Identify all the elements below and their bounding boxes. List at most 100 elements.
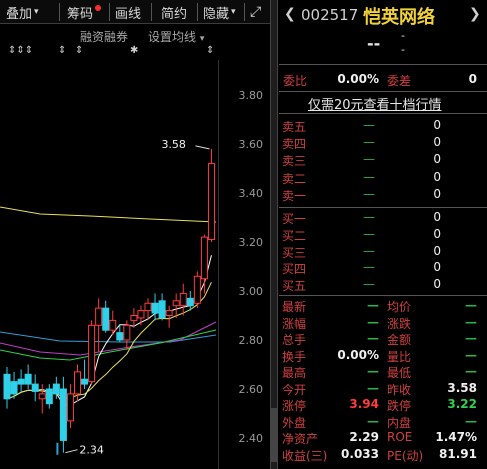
expand-glyph: ⤢ — [250, 4, 262, 20]
event-marker[interactable]: ⇕⇕⇕ — [8, 45, 33, 56]
candle-body[interactable] — [45, 388, 53, 405]
y-tick: 2.60 — [238, 383, 264, 396]
candle-body[interactable] — [38, 393, 46, 400]
overlay-label: 叠加 — [6, 6, 33, 22]
candle-body[interactable] — [207, 163, 215, 241]
last-price: -- — [367, 34, 381, 53]
candle-body[interactable] — [158, 300, 166, 319]
candle-body[interactable] — [144, 302, 152, 312]
level-quantity: 0 — [433, 260, 441, 275]
stat-label: 昨收 — [387, 382, 412, 397]
stat-value: — — [367, 380, 379, 395]
stat-value: 0.00% — [337, 347, 379, 362]
event-marker[interactable]: ⇕ — [75, 45, 83, 56]
price-change-pct: - — [401, 43, 405, 56]
candle-body[interactable] — [137, 310, 145, 319]
panel-splitter[interactable] — [270, 0, 278, 469]
stat-value: 81.91 — [439, 446, 477, 461]
ask-level-row[interactable]: 卖五 — 0 — [279, 118, 487, 134]
candle-body[interactable] — [179, 292, 187, 307]
candle-body[interactable] — [52, 383, 60, 395]
candle-body[interactable] — [17, 378, 25, 385]
candle-body[interactable] — [31, 383, 39, 392]
candle-body[interactable] — [81, 378, 89, 385]
stat-label: 涨跌 — [387, 316, 412, 331]
hide-button[interactable]: 隐藏 ▾ — [203, 0, 236, 24]
ask-level-row[interactable]: 卖三 — 0 — [279, 152, 487, 168]
brief-button[interactable]: 简约 — [161, 0, 187, 24]
level-price: — — [363, 135, 375, 150]
next-stock-button[interactable]: ❯ — [469, 6, 481, 22]
stat-label: ROE — [387, 430, 413, 444]
candle-body[interactable] — [116, 332, 124, 341]
overlay-menu[interactable]: 叠加 ▾ — [6, 0, 39, 24]
y-tick: 2.40 — [238, 432, 264, 445]
stat-value: — — [367, 314, 379, 329]
ma-settings-label: 设置均线 — [148, 30, 197, 44]
candle-body[interactable] — [165, 310, 173, 317]
price-axis: 3.80 3.60 3.40 3.20 3.00 2.80 2.60 2.40 — [219, 60, 269, 469]
candle-body[interactable] — [186, 297, 194, 307]
prev-stock-button[interactable]: ❮ — [284, 6, 296, 22]
candle-body[interactable] — [123, 324, 131, 341]
splitter-thumb[interactable] — [271, 408, 277, 462]
candle-body[interactable] — [3, 373, 11, 400]
ratio-value: 0.00% — [337, 72, 379, 86]
candle-body[interactable] — [109, 319, 117, 331]
ask-level-row[interactable]: 卖一 — 0 — [279, 187, 487, 203]
stat-row: 总手 — 金额 — — [279, 331, 487, 347]
y-tick: 3.40 — [238, 187, 264, 200]
candle-body[interactable] — [130, 315, 138, 321]
level10-promo-link[interactable]: 仅需20元查看十档行情 — [308, 94, 442, 113]
level-price: — — [363, 226, 375, 241]
level-label: 卖三 — [282, 154, 307, 169]
candle-body[interactable] — [200, 236, 208, 280]
stat-label: 换手 — [282, 349, 307, 364]
stat-value: — — [465, 413, 477, 428]
candle-body[interactable] — [66, 393, 74, 422]
order-ratio-row: 委比 0.00% 委差 0 — [279, 72, 487, 88]
candle-body[interactable] — [193, 275, 201, 304]
candle-body[interactable] — [24, 373, 32, 385]
level-price: — — [363, 260, 375, 275]
candle-body[interactable] — [88, 324, 96, 383]
draw-line-button[interactable]: 画线 — [115, 0, 141, 24]
event-marker[interactable]: ⇕ — [58, 45, 66, 56]
candle-body[interactable] — [59, 388, 67, 441]
bid-level-row[interactable]: 买四 — 0 — [279, 260, 487, 276]
candle-body[interactable] — [74, 371, 81, 395]
ma-settings-button[interactable]: 设置均线 ▾ — [148, 28, 204, 45]
stat-label: 涨幅 — [282, 316, 307, 331]
chips-button[interactable]: 筹码 — [67, 0, 102, 24]
kline-chart[interactable]: 3.58 2.34 — [0, 60, 218, 469]
candle-body[interactable] — [172, 300, 180, 307]
price-change: - — [401, 29, 405, 42]
level-label: 卖四 — [282, 137, 307, 152]
ask-level-row[interactable]: 卖二 — 0 — [279, 170, 487, 186]
expand-icon[interactable]: ⤢ — [250, 0, 261, 24]
level-price: — — [363, 277, 375, 292]
bid-level-row[interactable]: 买五 — 0 — [279, 277, 487, 293]
event-marker[interactable]: ⇕ — [206, 45, 214, 56]
level-label: 买五 — [282, 279, 307, 294]
candle-body[interactable] — [95, 307, 103, 326]
bid-level-row[interactable]: 买三 — 0 — [279, 244, 487, 260]
bid-level-row[interactable]: 买一 — 0 — [279, 210, 487, 226]
margin-trading-button[interactable]: 融资融券 — [80, 28, 128, 45]
candle-body[interactable] — [102, 307, 110, 331]
candle-body[interactable] — [10, 381, 18, 395]
stat-label: 均价 — [387, 300, 412, 314]
event-marker[interactable]: ✱ — [130, 45, 138, 56]
y-tick: 3.00 — [238, 285, 264, 298]
candle-body[interactable] — [151, 302, 159, 314]
level-quantity: 0 — [433, 226, 441, 241]
bid-level-row[interactable]: 买二 — 0 — [279, 227, 487, 243]
level-quantity: 0 — [433, 118, 441, 132]
stat-value: 0.033 — [341, 446, 379, 461]
stat-label: 净资产 — [282, 432, 319, 446]
level-label: 买四 — [282, 262, 307, 277]
ask-level-row[interactable]: 卖四 — 0 — [279, 135, 487, 151]
level-label: 买二 — [282, 228, 307, 243]
stat-value: — — [465, 314, 477, 329]
chips-notification-dot — [95, 5, 102, 11]
